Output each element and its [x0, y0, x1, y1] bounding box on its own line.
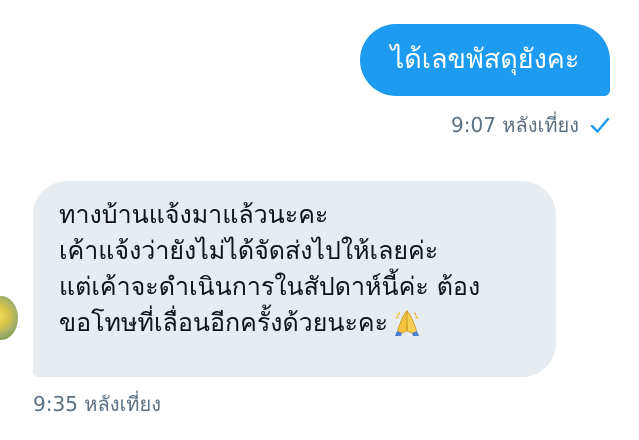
incoming-message-line-text: ขอโทษที่เลื่อนอีกครั้งด้วยนะคะ [59, 308, 389, 337]
incoming-message-line-last: ขอโทษที่เลื่อนอีกครั้งด้วยนะคะ [59, 305, 530, 341]
outgoing-message-time: 9:07 หลังเที่ยง [451, 113, 579, 137]
avatar[interactable] [0, 296, 18, 340]
incoming-message-line: ทางบ้านแจ้งมาแล้วนะคะ [59, 200, 329, 229]
outgoing-message-text: ได้เลขพัสดุยังคะ [390, 44, 580, 75]
incoming-message-line: แต่เค้าจะดำเนินการในสัปดาห์นี้ค่ะ ต้อง [59, 272, 481, 301]
incoming-message-meta: 9:35 หลังเที่ยง [33, 388, 161, 420]
outgoing-message-bubble[interactable]: ได้เลขพัสดุยังคะ [360, 24, 610, 96]
incoming-message-line: เค้าแจ้งว่ายังไม่ได้จัดส่งไปให้เลยค่ะ [59, 236, 439, 265]
outgoing-message-meta: 9:07 หลังเที่ยง [451, 110, 611, 140]
chat-thread: ได้เลขพัสดุยังคะ 9:07 หลังเที่ยง ทางบ้าน… [0, 0, 639, 440]
folded-hands-icon [395, 310, 420, 336]
incoming-message-bubble[interactable]: ทางบ้านแจ้งมาแล้วนะคะ เค้าแจ้งว่ายังไม่ไ… [33, 181, 556, 377]
check-icon [590, 117, 610, 133]
incoming-message-time: 9:35 หลังเที่ยง [33, 392, 161, 416]
